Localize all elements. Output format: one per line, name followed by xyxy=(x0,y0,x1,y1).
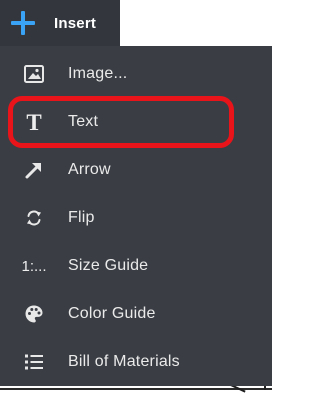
insert-dropdown-menu: Image... T Text Arrow Flip 1:... Size Gu… xyxy=(0,46,272,386)
menu-item-arrow[interactable]: Arrow xyxy=(0,146,272,194)
menu-item-text[interactable]: T Text xyxy=(0,98,272,146)
menu-item-color-guide[interactable]: Color Guide xyxy=(0,290,272,338)
screen: Insert Image... T Text Arrow Flip 1:... … xyxy=(0,0,272,393)
flip-icon xyxy=(20,204,48,232)
menu-item-flip[interactable]: Flip xyxy=(0,194,272,242)
menu-item-image[interactable]: Image... xyxy=(0,50,272,98)
image-icon xyxy=(20,60,48,88)
size-guide-icon: 1:... xyxy=(21,257,47,275)
menu-item-size-guide[interactable]: 1:... Size Guide xyxy=(0,242,272,290)
insert-menu-title: Insert xyxy=(54,14,97,32)
palette-icon xyxy=(20,300,48,328)
menu-item-label: Flip xyxy=(68,209,95,226)
menu-item-label: Size Guide xyxy=(68,257,149,274)
arrow-icon xyxy=(20,156,48,184)
menu-item-label: Bill of Materials xyxy=(68,353,180,370)
menu-item-label: Color Guide xyxy=(68,305,156,322)
text-icon: T xyxy=(26,109,42,135)
menu-item-label: Arrow xyxy=(68,161,111,178)
plus-icon xyxy=(10,10,36,36)
menu-item-bill-of-materials[interactable]: Bill of Materials xyxy=(0,338,272,386)
menu-item-label: Text xyxy=(68,113,99,130)
menu-item-label: Image... xyxy=(68,65,128,82)
insert-menu-button[interactable]: Insert xyxy=(0,0,120,46)
list-icon xyxy=(20,348,48,376)
